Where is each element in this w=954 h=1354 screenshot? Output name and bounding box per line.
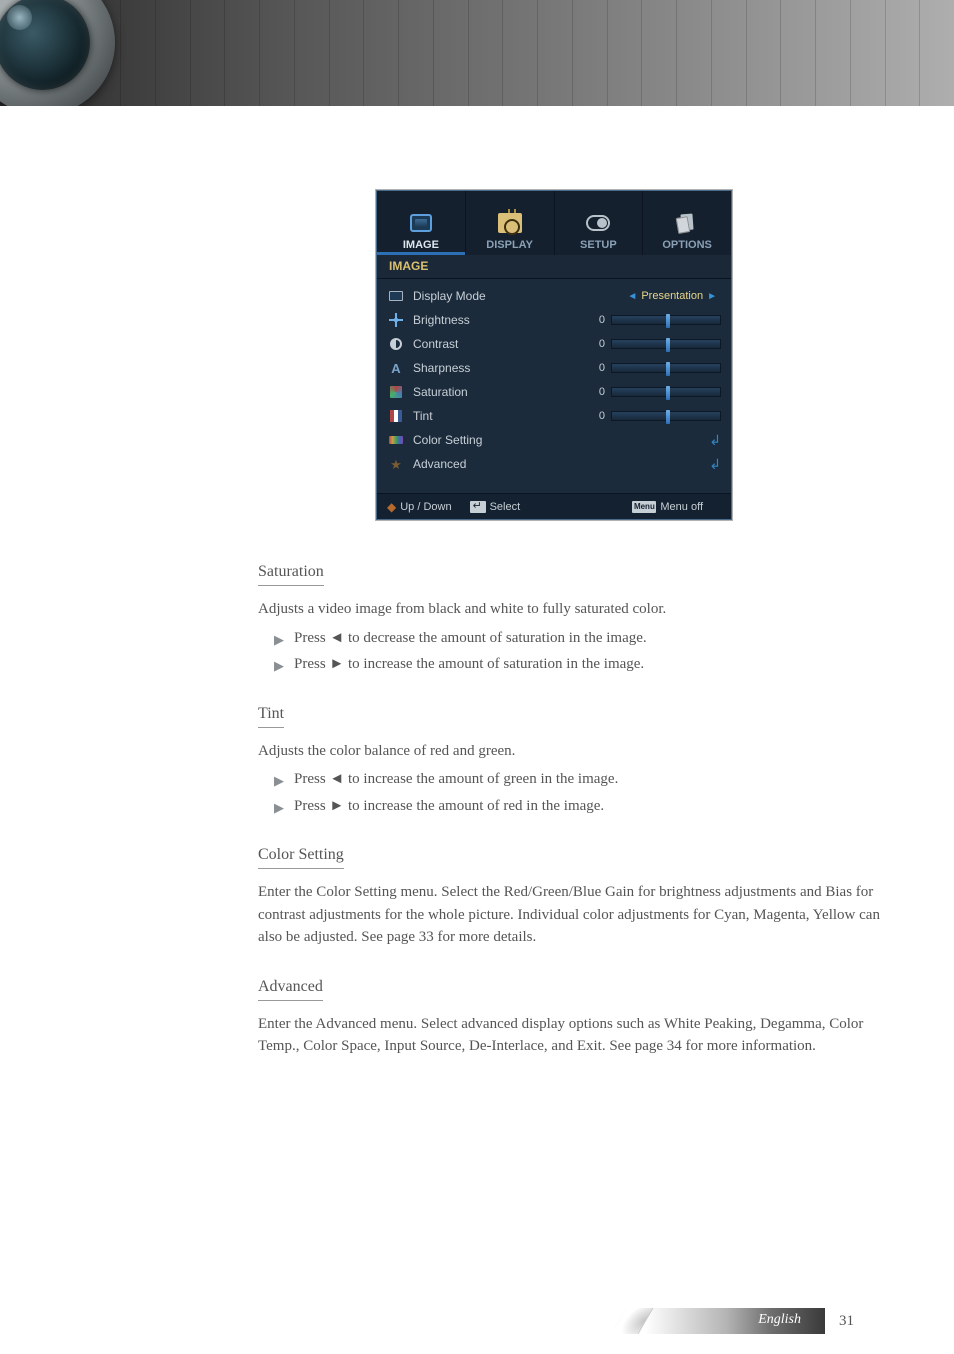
enter-submenu-icon: ↲ (651, 456, 721, 473)
bullet-text: Press ◄ to increase the amount of green … (294, 768, 618, 791)
saturation-icon (387, 385, 405, 399)
osd-row-display-mode[interactable]: Display Mode ◄ Presentation ► (387, 285, 721, 307)
footer-hint-label: Up / Down (400, 501, 451, 513)
bullet-text: Press ► to increase the amount of red in… (294, 795, 604, 818)
setup-tab-icon (586, 211, 610, 235)
bullet-tint-green: ▶ Press ◄ to increase the amount of gree… (274, 768, 888, 791)
contrast-icon (387, 337, 405, 351)
section-description: Enter the Color Setting menu. Select the… (258, 881, 888, 949)
osd-body: Display Mode ◄ Presentation ► Brightness… (377, 279, 731, 475)
osd-row-sharpness[interactable]: A Sharpness 0 (387, 357, 721, 379)
page-number: 31 (839, 1313, 854, 1330)
enter-key-icon (470, 501, 486, 513)
options-tab-icon (675, 211, 699, 235)
osd-row-advanced[interactable]: ★ Advanced ↲ (387, 453, 721, 475)
osd-slider[interactable] (611, 315, 721, 325)
osd-row-label: Contrast (413, 337, 587, 351)
osd-row-label: Advanced (413, 457, 651, 471)
section-description: Adjusts the color balance of red and gre… (258, 740, 888, 763)
banner-columns (120, 0, 954, 106)
osd-row-value: 0 (587, 410, 605, 422)
section-title: Saturation (258, 560, 324, 586)
right-marker-icon: ► (707, 291, 717, 302)
osd-tab-label: IMAGE (403, 239, 439, 251)
osd-tab-display[interactable]: DISPLAY (466, 191, 555, 255)
osd-row-value: 0 (587, 338, 605, 350)
enter-submenu-icon: ↲ (651, 432, 721, 449)
footer-hint-label: Select (490, 501, 521, 513)
left-marker-icon: ◄ (627, 291, 637, 302)
osd-tab-options[interactable]: OPTIONS (643, 191, 731, 255)
osd-row-label: Saturation (413, 385, 587, 399)
osd-row-value: 0 (587, 386, 605, 398)
osd-row-label: Tint (413, 409, 587, 423)
footer-hint-menu: Menu Menu off (632, 501, 703, 513)
osd-row-label: Color Setting (413, 433, 651, 447)
footer-hint-label: Menu off (660, 501, 703, 513)
sharpness-icon: A (387, 361, 405, 375)
section-saturation: Saturation Adjusts a video image from bl… (258, 560, 888, 676)
section-color-setting: Color Setting Enter the Color Setting me… (258, 843, 888, 949)
osd-tab-bar: IMAGE DISPLAY SETUP OPTIONS (377, 191, 731, 255)
bullet-arrow-icon: ▶ (274, 771, 284, 791)
osd-row-color-setting[interactable]: Color Setting ↲ (387, 429, 721, 451)
bullet-text: Press ◄ to decrease the amount of satura… (294, 627, 647, 650)
footer-hint-select: Select (470, 501, 521, 513)
section-description: Adjusts a video image from black and whi… (258, 598, 888, 621)
osd-slider[interactable] (611, 363, 721, 373)
display-mode-icon (387, 289, 405, 303)
bullet-saturation-increase: ▶ Press ► to increase the amount of satu… (274, 653, 888, 676)
osd-menu-screenshot: IMAGE DISPLAY SETUP OPTIONS IMAGE Displa… (376, 190, 732, 520)
footer-hint-updown: ◆ Up / Down (387, 500, 452, 514)
section-advanced: Advanced Enter the Advanced menu. Select… (258, 975, 888, 1058)
bullet-arrow-icon: ▶ (274, 630, 284, 650)
osd-footer: ◆ Up / Down Select Menu Menu off (377, 493, 731, 519)
bullet-arrow-icon: ▶ (274, 798, 284, 818)
osd-tab-image[interactable]: IMAGE (377, 191, 466, 255)
color-setting-icon (387, 433, 405, 447)
footer-language-label: English (758, 1312, 801, 1328)
osd-tab-setup[interactable]: SETUP (555, 191, 644, 255)
osd-tab-label: SETUP (580, 239, 617, 251)
osd-tab-label: DISPLAY (486, 239, 533, 251)
osd-row-saturation[interactable]: Saturation 0 (387, 381, 721, 403)
section-title: Advanced (258, 975, 323, 1001)
page-header-banner (0, 0, 954, 106)
section-tint: Tint Adjusts the color balance of red an… (258, 702, 888, 818)
bullet-saturation-decrease: ▶ Press ◄ to decrease the amount of satu… (274, 627, 888, 650)
brightness-icon (387, 313, 405, 327)
footer-gradient-bar: English (645, 1308, 825, 1334)
osd-row-brightness[interactable]: Brightness 0 (387, 309, 721, 331)
section-description: Enter the Advanced menu. Select advanced… (258, 1013, 888, 1058)
bullet-arrow-icon: ▶ (274, 656, 284, 676)
osd-section-title: IMAGE (377, 255, 731, 279)
osd-slider[interactable] (611, 387, 721, 397)
display-tab-icon (498, 211, 522, 235)
osd-row-label: Display Mode (413, 289, 627, 303)
osd-row-label: Sharpness (413, 361, 587, 375)
osd-row-tint[interactable]: Tint 0 (387, 405, 721, 427)
osd-slider[interactable] (611, 411, 721, 421)
osd-row-value: 0 (587, 362, 605, 374)
menu-key-icon: Menu (632, 501, 656, 513)
osd-slider[interactable] (611, 339, 721, 349)
section-title: Color Setting (258, 843, 344, 869)
section-title: Tint (258, 702, 284, 728)
page-footer: English 31 (0, 1308, 954, 1334)
advanced-icon: ★ (387, 457, 405, 471)
osd-row-label: Brightness (413, 313, 587, 327)
image-tab-icon (409, 211, 433, 235)
updown-key-icon: ◆ (387, 500, 396, 514)
osd-row-value-text: ◄ Presentation ► (627, 290, 721, 302)
tint-icon (387, 409, 405, 423)
osd-tab-label: OPTIONS (662, 239, 712, 251)
bullet-text: Press ► to increase the amount of satura… (294, 653, 644, 676)
page-body: Saturation Adjusts a video image from bl… (258, 560, 888, 1084)
bullet-tint-red: ▶ Press ► to increase the amount of red … (274, 795, 888, 818)
osd-row-contrast[interactable]: Contrast 0 (387, 333, 721, 355)
osd-row-value: 0 (587, 314, 605, 326)
